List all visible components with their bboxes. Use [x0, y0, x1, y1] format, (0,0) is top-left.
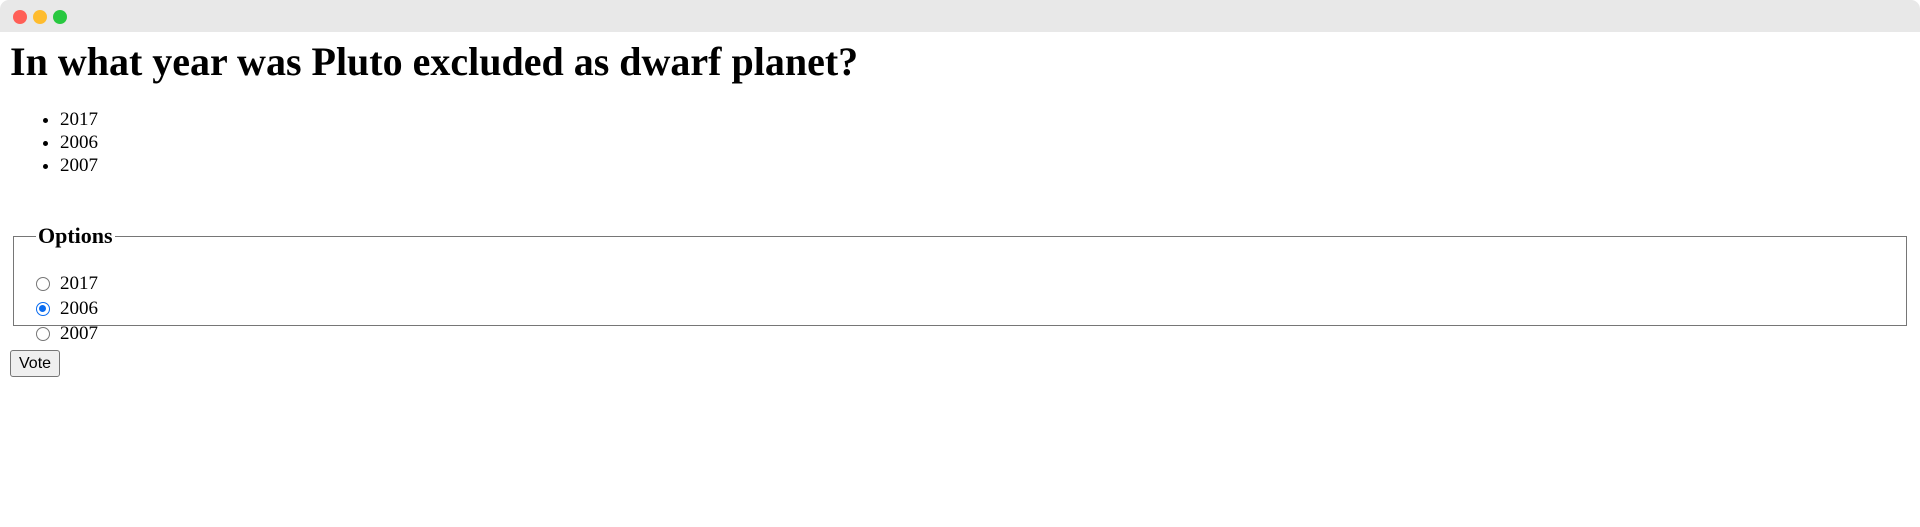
radio-option-2007[interactable] [36, 326, 50, 341]
option-row-2017[interactable]: 2017 [36, 271, 1884, 296]
option-label: 2017 [60, 272, 98, 294]
minimize-window-button[interactable] [33, 10, 47, 24]
list-item: 2007 [60, 154, 1910, 177]
vote-button[interactable]: Vote [10, 350, 61, 377]
radio-option-2017[interactable] [36, 276, 50, 291]
poll-question: In what year was Pluto excluded as dwarf… [10, 39, 859, 84]
option-row-2006[interactable]: 2006 [36, 296, 1884, 321]
option-label: 2007 [60, 322, 98, 344]
title-bar [0, 0, 1920, 32]
radio-option-2006[interactable] [36, 301, 50, 316]
answer-list: 2017 2006 2007 [10, 108, 1910, 177]
list-item: 2006 [60, 131, 1910, 154]
maximize-window-button[interactable] [53, 10, 67, 24]
list-item: 2017 [60, 108, 1910, 131]
close-window-button[interactable] [13, 10, 27, 24]
page-content: In what year was Pluto excluded as dwarf… [0, 38, 1920, 377]
option-label: 2006 [60, 297, 98, 319]
option-row-2007[interactable]: 2007 [36, 321, 1884, 346]
options-legend: Options [38, 223, 113, 248]
browser-window: In what year was Pluto excluded as dwarf… [0, 0, 1920, 527]
options-fieldset: Options 2017 2006 2007 [13, 223, 1907, 344]
